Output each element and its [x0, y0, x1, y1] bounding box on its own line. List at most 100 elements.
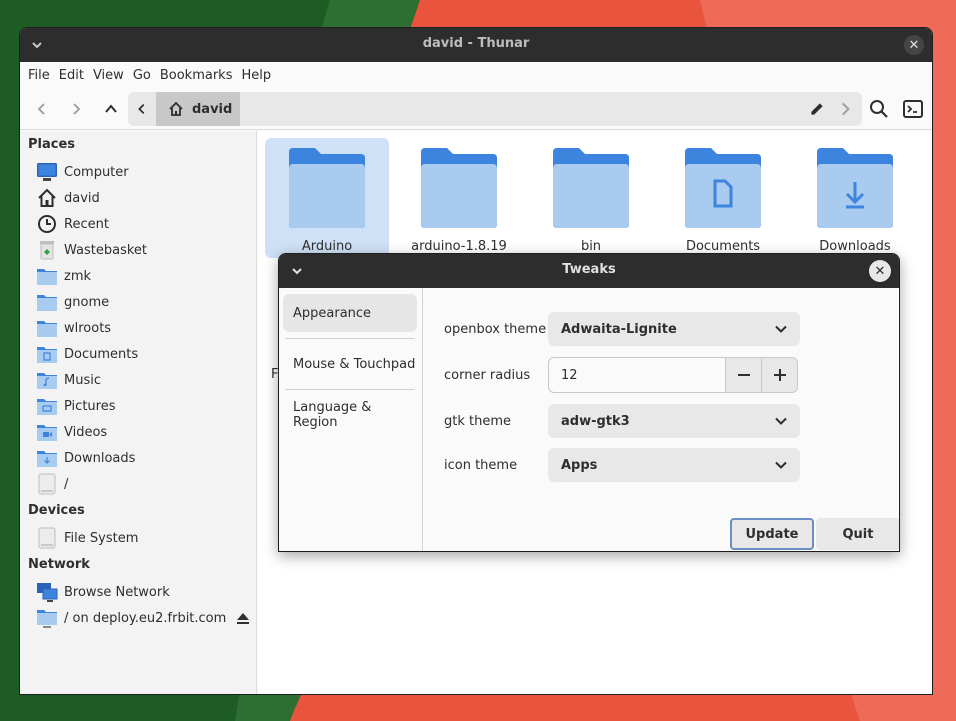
menubar: File Edit View Go Bookmarks Help	[20, 62, 932, 88]
sidebar-item-label: Recent	[64, 216, 109, 232]
icon-theme-value: Apps	[561, 457, 598, 473]
menu-file[interactable]: File	[28, 68, 59, 83]
computer-icon	[36, 161, 58, 183]
chevron-down-icon	[775, 417, 787, 425]
edit-location-icon[interactable]	[808, 100, 826, 118]
sidebar-item-wastebasket[interactable]: Wastebasket	[36, 238, 251, 262]
tweaks-nav-mouse-touchpad[interactable]: Mouse & Touchpad	[283, 345, 417, 383]
sidebar-item-label: zmk	[64, 268, 92, 284]
back-button[interactable]	[31, 98, 53, 120]
tweaks-title: Tweaks	[562, 262, 616, 277]
corner-radius-label: corner radius	[444, 368, 531, 383]
thunar-titlebar: david - Thunar ✕	[20, 28, 932, 62]
search-icon[interactable]	[868, 98, 890, 120]
corner-radius-increment-button[interactable]	[761, 357, 798, 393]
chevron-down-icon	[775, 461, 787, 469]
file-label: Arduino	[301, 239, 353, 254]
path-scroll-left-button[interactable]	[128, 92, 156, 126]
menu-go[interactable]: Go	[133, 68, 160, 83]
folder-music-icon	[36, 369, 58, 391]
sidebar-item-label: Downloads	[64, 450, 136, 466]
sidebar-item-music[interactable]: Music	[36, 368, 251, 392]
openbox-theme-label: openbox theme	[444, 322, 547, 337]
file-item-arduino-1-8-19[interactable]: arduino-1.8.19	[397, 138, 521, 258]
divider	[285, 389, 415, 390]
sidebar-item-downloads[interactable]: Downloads	[36, 446, 251, 470]
menu-edit[interactable]: Edit	[59, 68, 93, 83]
gtk-theme-value: adw-gtk3	[561, 413, 630, 429]
sidebar-item-david[interactable]: david	[36, 186, 251, 210]
corner-radius-input[interactable]: 12	[548, 357, 726, 393]
close-icon: ✕	[908, 37, 920, 53]
menu-view[interactable]: View	[93, 68, 133, 83]
sidebar-item-wlroots[interactable]: wlroots	[36, 316, 251, 340]
menu-bookmarks[interactable]: Bookmarks	[160, 68, 242, 83]
file-item-documents[interactable]: Documents	[661, 138, 785, 258]
sidebar-item-label: File System	[64, 530, 139, 546]
quit-button[interactable]: Quit	[816, 518, 899, 550]
sidebar-item-remote-root[interactable]: / on deploy.eu2.frbit.com	[36, 606, 251, 630]
sidebar-item-gnome[interactable]: gnome	[36, 290, 251, 314]
tweaks-close-button[interactable]: ✕	[869, 260, 891, 282]
sidebar-item-file-system[interactable]: File System	[36, 526, 251, 550]
sidebar: Places Computer david Recent Wastebasket…	[20, 131, 257, 694]
tweaks-nav-language-region[interactable]: Language & Region	[283, 396, 417, 434]
divider	[285, 338, 415, 339]
tweaks-sidebar: Appearance Mouse & Touchpad Language & R…	[279, 288, 423, 551]
gtk-theme-dropdown[interactable]: adw-gtk3	[548, 404, 800, 438]
folder-downloads-icon	[817, 148, 893, 228]
folder-icon	[36, 291, 58, 313]
path-scroll-right-icon[interactable]	[836, 100, 854, 118]
sidebar-item-label: Computer	[64, 164, 129, 180]
path-home-button[interactable]: david	[156, 92, 240, 126]
file-item-downloads[interactable]: Downloads	[793, 138, 917, 258]
window-title: david - Thunar	[422, 36, 530, 51]
sidebar-item-label: Browse Network	[64, 584, 170, 600]
places-heading: Places	[28, 137, 76, 152]
window-close-button[interactable]: ✕	[904, 35, 924, 55]
file-item-bin[interactable]: bin	[529, 138, 653, 258]
remote-folder-icon	[36, 607, 58, 629]
tweaks-nav-appearance[interactable]: Appearance	[283, 294, 417, 332]
gtk-theme-label: gtk theme	[444, 414, 512, 429]
sidebar-item-root[interactable]: /	[36, 472, 251, 496]
folder-icon	[421, 148, 497, 228]
corner-radius-decrement-button[interactable]	[725, 357, 762, 393]
folder-documents-icon	[685, 148, 761, 228]
sidebar-item-label: Pictures	[64, 398, 116, 414]
chevron-right-icon	[73, 103, 81, 115]
forward-button[interactable]	[65, 98, 87, 120]
sidebar-item-videos[interactable]: Videos	[36, 420, 251, 444]
sidebar-item-zmk[interactable]: zmk	[36, 264, 251, 288]
menu-help[interactable]: Help	[241, 68, 280, 83]
parent-folder-button[interactable]	[100, 98, 122, 120]
openbox-theme-dropdown[interactable]: Adwaita-Lignite	[548, 312, 800, 346]
sidebar-item-label: Videos	[64, 424, 108, 440]
folder-icon	[36, 265, 58, 287]
file-label: bin	[580, 239, 602, 254]
sidebar-item-documents[interactable]: Documents	[36, 342, 251, 366]
trash-icon	[36, 239, 58, 261]
sidebar-item-label: / on deploy.eu2.frbit.com	[64, 610, 227, 626]
corner-radius-value: 12	[561, 367, 578, 383]
terminal-icon[interactable]	[902, 98, 924, 120]
tweaks-window: Tweaks ✕ Appearance Mouse & Touchpad Lan…	[278, 253, 900, 552]
sidebar-item-pictures[interactable]: Pictures	[36, 394, 251, 418]
sidebar-item-recent[interactable]: Recent	[36, 212, 251, 236]
update-button[interactable]: Update	[730, 518, 814, 550]
location-pathbar: david	[128, 92, 862, 126]
folder-icon	[289, 148, 365, 228]
home-icon	[36, 187, 58, 209]
sidebar-item-label: /	[64, 476, 69, 492]
icon-theme-dropdown[interactable]: Apps	[548, 448, 800, 482]
chevron-left-icon	[37, 103, 45, 115]
sidebar-item-label: gnome	[64, 294, 110, 310]
chevron-up-icon	[105, 104, 117, 113]
sidebar-item-browse-network[interactable]: Browse Network	[36, 580, 251, 604]
file-item-arduino[interactable]: Arduino	[265, 138, 389, 258]
file-label: arduino-1.8.19	[411, 239, 507, 254]
drive-icon	[36, 473, 58, 495]
eject-icon[interactable]	[235, 610, 251, 626]
sidebar-item-computer[interactable]: Computer	[36, 160, 251, 184]
plus-icon	[773, 369, 786, 381]
